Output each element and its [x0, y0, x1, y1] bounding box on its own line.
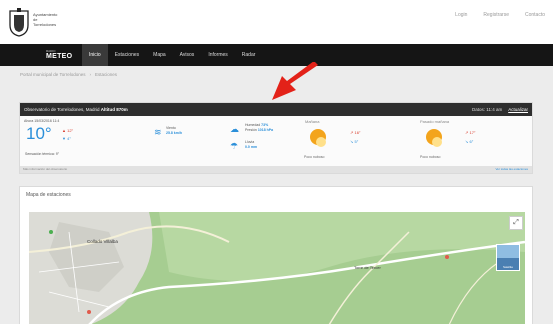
wind-icon: ≋: [154, 127, 162, 137]
humidity-pressure-block: Humedad 73% Presión 1018 hPa: [245, 123, 273, 133]
forecast-1-min: ↘ 5°: [350, 139, 359, 144]
rain-label: Lluvia: [245, 140, 255, 144]
humidity-value: 73%: [261, 123, 269, 127]
logo-big-text: METEO: [46, 53, 73, 60]
rain-value: 0.0 mm: [245, 145, 258, 149]
nav-menu: Inicio Estaciones Mapa Avisos Informes R…: [82, 44, 262, 66]
map-title: Mapa de estaciones: [26, 192, 71, 198]
current-temperature: 10°: [26, 124, 52, 143]
map-label-collado-villalba: Collado Villalba: [87, 239, 118, 244]
station-name: Observatorio de Torrelodones, Madrid: [24, 107, 100, 112]
contact-link[interactable]: Contacto: [525, 12, 545, 18]
map-terrain: [29, 212, 525, 324]
min-temp-icon: ▼: [62, 136, 66, 141]
feels-like: Sensación térmica: 9°: [25, 152, 60, 156]
refresh-link[interactable]: Actualizar: [508, 107, 528, 112]
satellite-label: Satélite: [502, 265, 513, 269]
nav-item-avisos[interactable]: Avisos: [173, 44, 202, 66]
red-arrow-annotation: [272, 62, 318, 100]
min-max-temps: ▲ 12° ▼ 4°: [62, 127, 73, 143]
humidity-label: Humedad: [245, 123, 261, 127]
site-logo[interactable]: RADIO METEO: [46, 49, 72, 61]
forecast-2-max-value: 17°: [469, 130, 476, 135]
breadcrumb: Portal municipal de Torrelodones › Estac…: [20, 72, 117, 77]
update-time: Datos: 11:4 am: [472, 107, 503, 112]
station-map[interactable]: Collado Villalba Torre de Tercer ⤢ Satél…: [29, 212, 525, 324]
nav-item-radar[interactable]: Radar: [235, 44, 263, 66]
breadcrumb-separator: ›: [89, 72, 91, 77]
wind-label: Viento: [166, 126, 176, 130]
organization-name: Ayuntamiento de Torrelodones: [33, 12, 73, 27]
forecast-1-max-value: 16°: [354, 130, 361, 135]
pressure-label: Presión: [245, 128, 257, 132]
forecast-2-min: ↘ 6°: [465, 139, 474, 144]
min-temp: 4°: [67, 136, 71, 141]
org-line-3: Torrelodones: [33, 22, 57, 27]
forecast-2-min-value: 6°: [469, 139, 474, 144]
top-links: Login Registrarse Contacto: [455, 12, 545, 18]
station-altitude: Altitud 870m: [100, 107, 128, 112]
forecast-1-title: Mañana: [305, 119, 320, 124]
pressure-value: 1018 hPa: [257, 128, 274, 132]
update-info: Datos: 11:4 am Actualizar: [472, 107, 528, 112]
login-link[interactable]: Login: [455, 12, 467, 18]
satellite-toggle[interactable]: Satélite: [496, 244, 520, 271]
wind-block: Viento 25.8 km/h: [166, 126, 182, 136]
cloud-overlay-icon: [316, 137, 326, 147]
current-label: Ahora 15/03/2016 11:4: [24, 119, 60, 123]
coat-of-arms-icon: [9, 8, 29, 37]
max-temp: 12°: [67, 128, 74, 133]
rain-icon: ☂: [230, 141, 239, 151]
nav-item-informes[interactable]: Informes: [201, 44, 234, 66]
forecast-1-min-value: 5°: [354, 139, 359, 144]
breadcrumb-current: Estaciones: [94, 72, 117, 77]
humidity-icon: ☁: [230, 124, 239, 134]
nav-item-mapa[interactable]: Mapa: [146, 44, 173, 66]
forecast-1-desc: Poco nuboso: [304, 155, 325, 159]
rain-block: Lluvia 0.0 mm: [245, 140, 257, 150]
forecast-2-desc: Poco nuboso: [420, 155, 441, 159]
map-label-torre: Torre de Tercer: [354, 265, 381, 270]
forecast-2-max: ↗ 17°: [465, 130, 476, 135]
weather-footer: Más información del observatorio Ver tod…: [20, 166, 532, 173]
cloud-overlay-icon-2: [432, 137, 442, 147]
fullscreen-button[interactable]: ⤢: [509, 216, 523, 230]
forecast-2-title: Pasado mañana: [420, 119, 450, 124]
max-temp-icon: ▲: [62, 128, 66, 133]
forecast-1-max: ↗ 16°: [350, 130, 361, 135]
wind-value: 25.8 km/h: [166, 131, 182, 135]
register-link[interactable]: Registrarse: [483, 12, 509, 18]
site-header: Ayuntamiento de Torrelodones Login Regis…: [0, 0, 553, 44]
weather-widget: Observatorio de Torrelodones, Madrid Alt…: [19, 102, 533, 174]
nav-item-inicio[interactable]: Inicio: [82, 44, 108, 66]
all-stations-link[interactable]: Ver todas las estaciones: [495, 167, 528, 171]
weather-header-bar: Observatorio de Torrelodones, Madrid Alt…: [20, 103, 532, 116]
nav-item-estaciones[interactable]: Estaciones: [108, 44, 146, 66]
station-location: Observatorio de Torrelodones, Madrid Alt…: [24, 107, 128, 112]
more-info-link[interactable]: Más información del observatorio: [23, 167, 67, 171]
map-card: Mapa de estaciones Collado Villalba Torr…: [19, 186, 533, 324]
satellite-preview: [497, 245, 519, 258]
breadcrumb-home[interactable]: Portal municipal de Torrelodones: [20, 72, 85, 77]
